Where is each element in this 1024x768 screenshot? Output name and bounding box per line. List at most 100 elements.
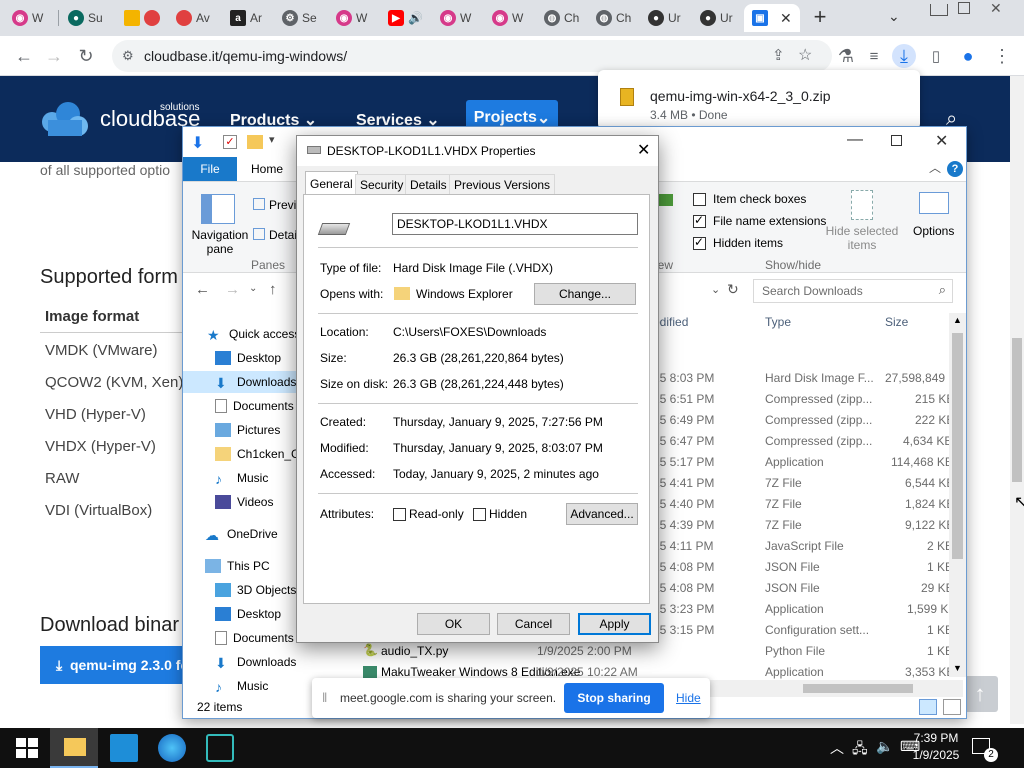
tab-details[interactable]: Details <box>405 174 452 194</box>
browser-tab[interactable]: ⚙ Se <box>274 4 326 32</box>
vscroll-thumb[interactable] <box>952 333 963 559</box>
clock-date[interactable]: 1/9/2025 <box>908 748 964 762</box>
hidden-checkbox[interactable] <box>473 508 486 521</box>
explorer-close-icon[interactable]: ✕ <box>935 131 948 151</box>
hscroll-thumb[interactable] <box>803 684 913 693</box>
cancel-button[interactable]: Cancel <box>497 613 570 635</box>
browser-tab[interactable]: ● Ur <box>692 4 742 32</box>
browser-tab[interactable]: ▶ 🔊 <box>380 4 430 32</box>
browser-tab[interactable]: ◍ Ch <box>536 4 586 32</box>
address-dropdown-icon[interactable]: ⌄ <box>711 283 720 296</box>
properties-check-icon[interactable]: ✓ <box>223 135 237 149</box>
bookmark-star-icon[interactable]: ☆ <box>798 45 812 65</box>
explorer-forward-icon[interactable]: → <box>225 281 240 298</box>
change-button[interactable]: Change... <box>534 283 636 305</box>
profile-avatar-icon[interactable]: ● <box>956 44 980 68</box>
column-size[interactable]: Size <box>885 315 908 329</box>
mail-icon[interactable] <box>110 734 138 762</box>
scroll-up-icon[interactable]: ▲ <box>953 315 962 325</box>
new-folder-icon[interactable] <box>247 135 263 149</box>
browser-tab[interactable]: ◍ Ch <box>588 4 638 32</box>
details-pane-button[interactable]: Detai <box>253 228 297 242</box>
page-scrollbar-thumb[interactable] <box>1012 338 1022 482</box>
properties-dialog[interactable]: DESKTOP-LKOD1L1.VHDX Properties ✕ Genera… <box>296 135 659 643</box>
large-icons-view-icon[interactable] <box>943 699 961 715</box>
browser-tab[interactable]: ● Ur <box>640 4 690 32</box>
tab-general[interactable]: General <box>305 171 358 195</box>
help-icon[interactable]: ? <box>947 161 963 177</box>
hide-link[interactable]: Hide <box>676 691 701 705</box>
hide-selected-button[interactable]: Hide selected items <box>821 224 903 252</box>
browser-tab[interactable]: ◉ W <box>328 4 378 32</box>
download-bubble[interactable]: qemu-img-win-x64-2_3_0.zip 3.4 MB • Done <box>598 70 920 130</box>
show-hidden-icons-icon[interactable]: ︿ <box>830 738 844 758</box>
volume-icon[interactable]: 🔈 <box>876 738 893 755</box>
window-close-icon[interactable]: ✕ <box>990 0 1002 17</box>
stop-sharing-button[interactable]: Stop sharing <box>564 683 664 713</box>
tab-security[interactable]: Security <box>355 174 409 194</box>
nav-desktop[interactable]: Desktop <box>215 351 281 365</box>
item-check-boxes-checkbox[interactable] <box>693 193 706 206</box>
explorer-back-icon[interactable]: ← <box>195 281 210 298</box>
qat-dropdown-icon[interactable]: ▾ <box>269 133 275 146</box>
recent-locations-icon[interactable]: ⌄ <box>249 283 257 294</box>
search-downloads-input[interactable]: Search Downloads ⌕ <box>753 279 953 303</box>
address-bar[interactable]: ⚙ cloudbase.it/qemu-img-windows/ ⇪ ☆ <box>112 40 832 72</box>
ribbon-tab-file[interactable]: File <box>183 157 237 181</box>
scroll-to-top-icon[interactable]: ↑ <box>962 676 998 712</box>
clock-time[interactable]: 7:39 PM <box>908 731 964 745</box>
advanced-button[interactable]: Advanced... <box>566 503 638 525</box>
chrome-icon[interactable] <box>158 734 186 762</box>
network-icon[interactable]: 🖧 <box>852 738 868 762</box>
file-name-extensions-checkbox[interactable] <box>693 213 706 228</box>
column-type[interactable]: Type <box>765 315 791 329</box>
browser-tab-active[interactable]: ▣ ✕ <box>744 4 800 32</box>
download-qemu-button[interactable]: ⤓ qemu-img 2.3.0 fo <box>40 646 190 684</box>
side-panel-icon[interactable]: ▯ <box>924 44 948 68</box>
file-list-vscrollbar[interactable]: ▲ ▼ <box>949 313 966 677</box>
explorer-minimize-icon[interactable]: — <box>847 131 863 149</box>
browser-tab[interactable]: ◉ W <box>432 4 482 32</box>
apply-button[interactable]: Apply <box>578 613 651 635</box>
read-only-checkbox[interactable] <box>393 508 406 521</box>
windows-start-icon[interactable] <box>12 734 40 762</box>
tab-previous-versions[interactable]: Previous Versions <box>449 174 556 194</box>
hide-selected-icon[interactable] <box>851 190 873 220</box>
dialog-title-bar[interactable]: DESKTOP-LKOD1L1.VHDX Properties ✕ <box>297 136 658 166</box>
browser-tab[interactable]: ◉ W <box>484 4 534 32</box>
forward-icon[interactable]: → <box>42 44 66 68</box>
tab-close-icon[interactable]: ✕ <box>780 10 792 27</box>
media-queue-icon[interactable]: ≡ <box>862 44 886 68</box>
cloudbase-logo-icon[interactable] <box>40 100 92 138</box>
filename-input[interactable]: DESKTOP-LKOD1L1.VHDX <box>392 213 638 235</box>
drag-handle-icon[interactable]: ‖ <box>322 690 327 705</box>
browser-tab[interactable]: a Ar <box>222 4 272 32</box>
maximize-icon[interactable] <box>958 2 970 14</box>
browser-tab[interactable]: Av <box>168 4 220 32</box>
ribbon-tab-home[interactable]: Home <box>251 162 283 176</box>
dialog-close-icon[interactable]: ✕ <box>637 140 650 160</box>
navigation-pane-icon[interactable] <box>201 194 235 224</box>
hidden-items-checkbox[interactable] <box>693 235 706 250</box>
taskbar-explorer[interactable] <box>50 728 98 768</box>
page-scrollbar[interactable] <box>1010 76 1024 724</box>
lab-flask-icon[interactable]: ⚗ <box>834 44 858 68</box>
ok-button[interactable]: OK <box>417 613 490 635</box>
browser-tab[interactable]: ● Su <box>60 4 114 32</box>
minimize-icon[interactable] <box>930 4 948 16</box>
quick-access-download-icon[interactable]: ⬇ <box>191 133 204 153</box>
site-info-icon[interactable]: ⚙ <box>122 48 134 64</box>
navigation-pane-button[interactable]: Navigation pane <box>189 228 251 256</box>
download-icon[interactable]: ⤓ <box>892 44 916 68</box>
tab-search-chevron-icon[interactable]: ⌄ <box>888 8 900 25</box>
browser-tab[interactable] <box>116 4 166 32</box>
explorer-maximize-icon[interactable] <box>891 135 902 146</box>
back-icon[interactable]: ← <box>12 44 36 68</box>
refresh-icon[interactable]: ↻ <box>727 281 739 298</box>
table-row[interactable]: 🐍 audio_TX.py 1/9/2025 2:00 PM Python File 1… <box>183 641 966 662</box>
visual-studio-icon[interactable] <box>206 734 234 762</box>
preview-pane-button[interactable]: Previ <box>253 198 296 212</box>
ribbon-collapse-icon[interactable]: ︿ <box>929 159 941 176</box>
options-icon[interactable] <box>919 192 949 214</box>
share-icon[interactable]: ⇪ <box>772 46 785 64</box>
